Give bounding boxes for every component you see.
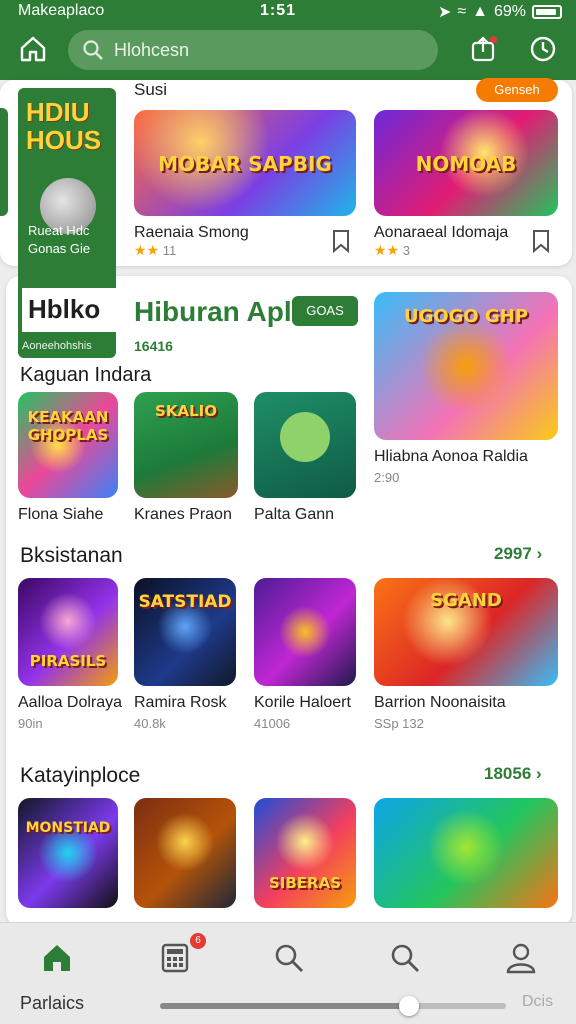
clock-icon[interactable]	[528, 34, 558, 64]
battery-percent: 69%	[493, 3, 526, 20]
thumbnail-art-text: UGOGO GHP	[403, 306, 529, 327]
game-thumbnail[interactable]	[254, 578, 356, 686]
thumbnail-art-text: MONSTIAD	[25, 820, 111, 836]
game-thumbnail[interactable]: SGAND	[374, 578, 558, 686]
section-title: Katayinploce	[20, 764, 141, 787]
featured-badge[interactable]: GOAS	[292, 296, 358, 326]
featured-logo-sub: Aoneehohshis	[22, 340, 92, 352]
home-icon[interactable]	[40, 941, 74, 975]
top-section-label: Susi	[134, 80, 168, 99]
thumbnail-art-text: PIRASILS	[29, 652, 107, 670]
featured-category: Kaguan Indara	[20, 364, 152, 386]
thumbnail-art-text: MOBAR SAPBIG	[158, 152, 332, 176]
location-icon: ➤	[437, 4, 452, 21]
chevron-right-icon: ›	[536, 764, 542, 783]
thumbnail-art-text: SGAND	[430, 590, 502, 611]
section-title: Bksistanan	[20, 544, 123, 567]
carousel-peek[interactable]	[0, 108, 8, 216]
slider-knob[interactable]	[399, 996, 420, 1016]
app-header: Makeaplaco 1:51 ➤ ≈ ▲ 69%	[0, 0, 576, 80]
mascot-image	[280, 412, 330, 462]
game-thumbnail[interactable]	[374, 798, 558, 908]
profile-icon[interactable]	[504, 941, 538, 975]
game-title[interactable]: Korile Haloert	[254, 694, 351, 712]
battery-icon	[532, 5, 562, 19]
hero-sub: 2:90	[374, 470, 400, 485]
app-name[interactable]: Flona Siahe	[18, 506, 103, 524]
game-thumbnail[interactable]: PIRASILS	[18, 578, 118, 686]
slider-fill	[160, 1003, 410, 1009]
wifi-icon: ≈	[457, 3, 467, 20]
top-item-rating: ★★ 11	[134, 242, 177, 258]
game-sub: 90in	[18, 716, 43, 731]
hero-title[interactable]: Hliabna Aonoa Raldia	[374, 448, 528, 466]
bottom-nav: 6 Parlaics Dcis	[0, 922, 576, 1024]
game-thumbnail[interactable]: SATSTIAD	[134, 578, 236, 686]
app-name[interactable]: Palta Gann	[254, 506, 334, 524]
game-thumbnail[interactable]: MONSTIAD	[18, 798, 118, 908]
chevron-right-icon: ›	[536, 544, 543, 563]
see-more-link[interactable]: 2997 ›	[494, 544, 542, 564]
search-icon[interactable]	[272, 941, 306, 975]
star-icon: ★★	[134, 242, 160, 258]
notification-dot	[490, 36, 497, 43]
featured-count: 16416	[134, 338, 173, 354]
promo-caption: Rueat Hdc Gonas Gie	[28, 223, 91, 256]
thumbnail-art-text: NOMOAB	[415, 152, 517, 176]
thumbnail-art-text: SKALIO	[155, 402, 217, 420]
nav-right-label[interactable]: Dcis	[522, 993, 553, 1011]
thumbnail-art-text: KEAKAAN GHOPLAS	[27, 408, 109, 444]
genre-pill[interactable]: Genseh	[476, 78, 558, 102]
search-icon[interactable]	[388, 941, 422, 975]
bookmark-icon[interactable]	[530, 228, 552, 254]
featured-title: Hiburan Apl	[134, 296, 292, 327]
app-icon-tile[interactable]: KEAKAAN GHOPLAS	[18, 392, 118, 498]
nav-left-label[interactable]: Parlaics	[20, 993, 84, 1014]
nav-badge: 6	[190, 933, 206, 949]
game-sub: 40.8k	[134, 716, 166, 731]
slider-track[interactable]	[160, 996, 506, 1016]
status-time: 1:51	[260, 2, 297, 19]
game-title[interactable]: Barrion Noonaisita	[374, 694, 506, 712]
game-thumbnail[interactable]	[134, 798, 236, 908]
status-bar: Makeaplaco 1:51 ➤ ≈ ▲ 69%	[0, 0, 576, 24]
app-icon-tile[interactable]: SKALIO	[134, 392, 238, 498]
carrier-name: Makeaplaco	[18, 2, 105, 19]
bookmark-icon[interactable]	[330, 228, 352, 254]
top-item-title[interactable]: Aonaraeal Idomaja	[374, 224, 508, 242]
featured-logo-text: Hblko	[28, 294, 101, 324]
calculator-icon[interactable]	[158, 941, 192, 975]
star-icon: ★★	[374, 242, 400, 258]
search-icon	[83, 40, 103, 60]
see-more-link[interactable]: 18056 ›	[484, 764, 542, 784]
thumbnail-art-text: SATSTIAD	[138, 592, 232, 612]
promo-banner[interactable]: HDIU HOUS Rueat Hdc Gonas Gie Hblko Aone…	[18, 88, 116, 358]
search-bar[interactable]	[68, 30, 438, 70]
top-item-title[interactable]: Raenaia Smong	[134, 224, 249, 242]
game-sub: SSp 132	[374, 716, 424, 731]
search-input[interactable]	[114, 39, 414, 61]
game-thumbnail[interactable]: SIBERAS	[254, 798, 356, 908]
game-sub: 41006	[254, 716, 291, 731]
signal-icon: ▲	[472, 3, 488, 20]
home-icon[interactable]	[18, 34, 48, 64]
promo-title: HDIU HOUS	[26, 97, 102, 155]
featured-hero-image[interactable]: UGOGO GHP	[374, 292, 558, 440]
app-icon-tile[interactable]	[254, 392, 356, 498]
app-name[interactable]: Kranes Praon	[134, 506, 232, 524]
status-right: ➤ ≈ ▲ 69%	[438, 2, 562, 22]
game-title[interactable]: Ramira Rosk	[134, 694, 226, 712]
game-title[interactable]: Aalloa Dolraya	[18, 694, 122, 712]
top-item-thumbnail[interactable]: NOMOAB	[374, 110, 558, 216]
top-item-thumbnail[interactable]: MOBAR SAPBIG	[134, 110, 356, 216]
top-item-rating: ★★ 3	[374, 242, 410, 258]
thumbnail-art-text: SIBERAS	[268, 874, 342, 892]
